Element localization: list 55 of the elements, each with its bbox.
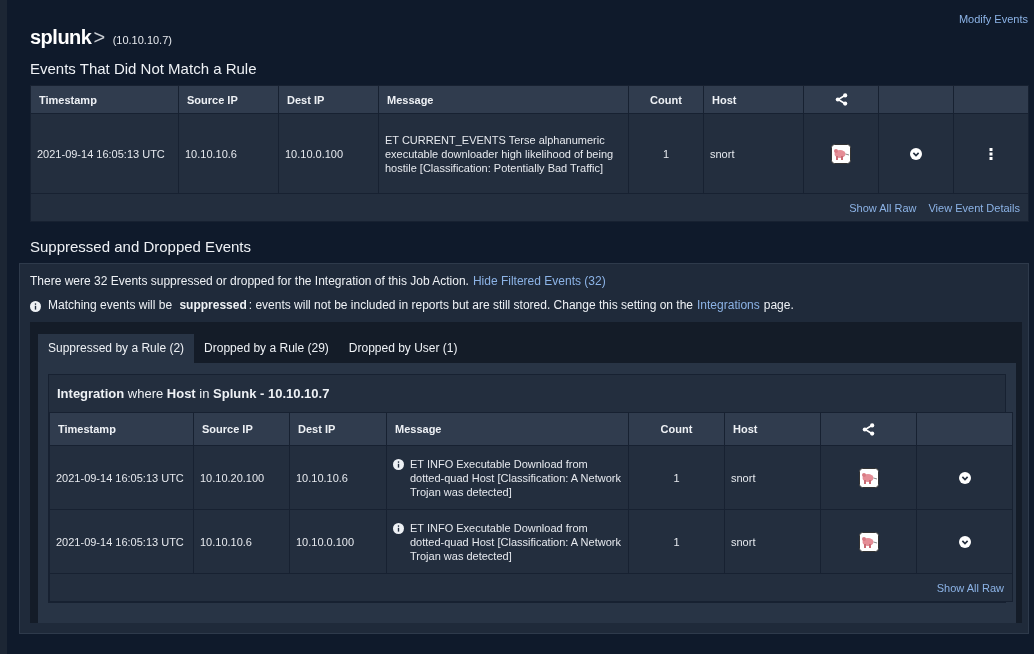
hide-filtered-link[interactable]: Hide Filtered Events (32) — [472, 274, 606, 288]
table-cell: 10.10.10.6 — [178, 113, 279, 194]
column-header: Dest IP — [289, 412, 387, 446]
table-cell: 10.10.0.100 — [278, 113, 379, 194]
logo: splunk> — [30, 26, 105, 49]
tab[interactable]: Suppressed by a Rule (2) — [38, 334, 195, 363]
table-cell: 10.10.0.100 — [289, 509, 387, 574]
table-link[interactable]: Show All Raw — [849, 201, 917, 214]
column-header: Dest IP — [278, 85, 379, 114]
table-cell: 10.10.10.6 — [289, 445, 387, 510]
info-note: Matching events will be suppressed: events will not be included in reports but are still stored. Change this setting on the Integrations page. — [48, 298, 794, 312]
table-cell: 2021-09-14 16:05:13 UTC — [30, 113, 179, 194]
more-icon[interactable] — [989, 147, 993, 160]
table-cell: 10.10.20.100 — [193, 445, 290, 510]
table-link[interactable]: View Event Details — [928, 201, 1020, 214]
column-header: Message — [386, 412, 629, 446]
info-icon — [30, 300, 41, 312]
column-header: Source IP — [178, 85, 279, 114]
pig-icon — [858, 531, 879, 552]
table-cell: 1 — [628, 113, 704, 194]
share-icon — [834, 93, 848, 106]
table-cell: 10.10.10.6 — [193, 509, 290, 574]
table-cell: 1 — [628, 445, 725, 510]
table-cell: snort — [703, 113, 804, 194]
tab[interactable]: Dropped by User (1) — [338, 334, 468, 363]
column-header: Message — [378, 85, 629, 114]
chevron-down-icon[interactable] — [958, 471, 971, 484]
chevron-down-icon[interactable] — [910, 147, 922, 160]
summary-text: There were 32 Events suppressed or dropped for the Integration of this Job Action. — [30, 274, 469, 288]
table-cell: 2021-09-14 16:05:13 UTC — [49, 445, 194, 510]
column-header: Timestamp — [49, 412, 194, 446]
message-text: ET INFO Executable Download from dotted-quad Host [Classification: A Network Trojan was detected] — [410, 520, 622, 563]
table-cell: 2021-09-14 16:05:13 UTC — [49, 509, 194, 574]
share-icon — [862, 422, 875, 436]
modify-events-link[interactable]: Modify Events — [958, 13, 1028, 25]
table-cell: snort — [724, 509, 821, 574]
chevron-down-icon[interactable] — [958, 535, 971, 548]
table-cell: ET CURRENT_EVENTS Terse alphanumeric executable downloader high likelihood of being hostile [Classification: Potentially Bad Traffic] — [378, 113, 629, 194]
section-title: Events That Did Not Match a Rule — [30, 60, 258, 77]
section-title: Suppressed and Dropped Events — [30, 238, 252, 255]
table-link[interactable]: Show All Raw — [936, 581, 1004, 594]
column-header: Host — [703, 85, 804, 114]
pig-icon — [858, 467, 879, 488]
column-header: Count — [628, 412, 725, 446]
table-cell: snort — [724, 445, 821, 510]
tab[interactable]: Dropped by a Rule (29) — [194, 334, 339, 363]
pig-icon — [831, 143, 851, 164]
column-header: Host — [724, 412, 821, 446]
column-header: Timestamp — [30, 85, 179, 114]
integrations-link[interactable]: Integrations — [697, 298, 760, 312]
column-header: Source IP — [193, 412, 290, 446]
table-cell: 1 — [628, 509, 725, 574]
message-text: ET INFO Executable Download from dotted-quad Host [Classification: A Network Trojan was detected] — [410, 456, 622, 499]
column-header: Count — [628, 85, 704, 114]
host-address: (10.10.10.7) — [112, 34, 172, 46]
